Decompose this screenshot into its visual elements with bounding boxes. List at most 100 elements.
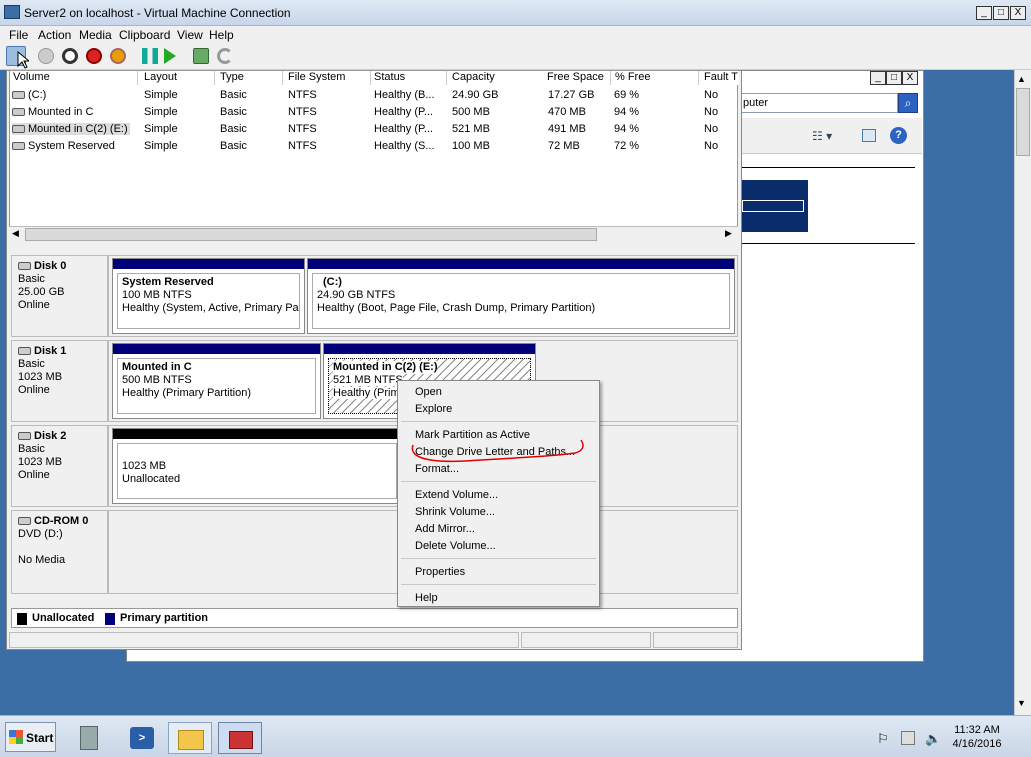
scroll-thumb[interactable] (25, 228, 597, 241)
menu-item-properties[interactable]: Properties (415, 566, 465, 578)
menu-action[interactable]: Action (38, 28, 71, 42)
disk-icon (18, 262, 31, 271)
menu-separator (401, 421, 596, 422)
close-button[interactable]: X (1010, 6, 1026, 20)
revert-icon[interactable] (217, 48, 233, 64)
start-button[interactable]: Start (5, 722, 56, 752)
menu-separator (401, 558, 596, 559)
view-options-icon[interactable]: ☷ ▾ (812, 129, 832, 143)
scroll-down-icon[interactable]: ▼ (1017, 698, 1026, 708)
disk-0-info[interactable]: Disk 0 Basic 25.00 GB Online (11, 255, 108, 337)
status-bar (9, 632, 738, 648)
context-menu: Open Explore Mark Partition as Active Ch… (397, 380, 600, 607)
status-pane (9, 632, 519, 648)
menu-item-extend[interactable]: Extend Volume... (415, 489, 498, 501)
bg-close-button[interactable]: X (902, 71, 918, 85)
menu-clipboard[interactable]: Clipboard (119, 28, 170, 42)
menu-item-open[interactable]: Open (415, 386, 442, 398)
menu-item-explore[interactable]: Explore (415, 403, 452, 415)
menu-item-delete[interactable]: Delete Volume... (415, 540, 496, 552)
horizontal-scrollbar[interactable]: ◀ ▶ (9, 226, 738, 242)
pause-icon[interactable] (142, 48, 158, 64)
menu-separator (401, 584, 596, 585)
table-row[interactable]: (C:) Simple Basic NTFS Healthy (B... 24.… (10, 87, 739, 104)
col-status[interactable]: Status (371, 71, 447, 85)
legend-primary-swatch (105, 613, 115, 625)
resume-icon[interactable] (164, 48, 176, 64)
start-vm-icon[interactable] (38, 48, 54, 64)
menu-media[interactable]: Media (79, 28, 112, 42)
search-input[interactable]: puter (740, 93, 898, 113)
scroll-left-icon[interactable]: ◀ (12, 228, 19, 239)
cdrom-icon (18, 517, 31, 526)
menu-item-help[interactable]: Help (415, 592, 438, 604)
legend: Unallocated Primary partition (11, 608, 738, 628)
menu-view[interactable]: View (177, 28, 203, 42)
red-underline-annotation (411, 439, 584, 463)
col-fault[interactable]: Fault T (701, 71, 739, 85)
bg-window-controls[interactable]: _ □ X (870, 71, 920, 85)
col-pct-free[interactable]: % Free (612, 71, 699, 85)
server-manager-icon[interactable] (68, 722, 112, 754)
explorer-icon[interactable] (168, 722, 212, 754)
drive-icon (12, 142, 25, 151)
menu-item-shrink[interactable]: Shrink Volume... (415, 506, 495, 518)
windows-logo-icon (9, 730, 23, 744)
computer-management-icon[interactable] (218, 722, 262, 754)
snapshot-icon[interactable] (193, 48, 209, 64)
flag-icon[interactable]: ⚐ (877, 731, 889, 747)
col-filesystem[interactable]: File System (285, 71, 371, 85)
network-icon[interactable] (901, 731, 915, 745)
shutdown-icon[interactable] (86, 48, 102, 64)
bg-maximize-button[interactable]: □ (886, 71, 902, 85)
status-pane (521, 632, 651, 648)
drive-icon (12, 108, 25, 117)
legend-primary: Primary partition (120, 612, 209, 624)
menu-file[interactable]: File (9, 28, 28, 42)
drive-icon (12, 91, 25, 100)
col-layout[interactable]: Layout (141, 71, 215, 85)
table-row[interactable]: System Reserved Simple Basic NTFS Health… (10, 138, 739, 155)
scroll-right-icon[interactable]: ▶ (725, 228, 732, 239)
cdrom-0-info[interactable]: CD-ROM 0 DVD (D:) No Media (11, 510, 108, 594)
powershell-icon[interactable]: > (120, 722, 164, 754)
table-row[interactable]: Mounted in C Simple Basic NTFS Healthy (… (10, 104, 739, 121)
disk-1-info[interactable]: Disk 1 Basic 1023 MB Online (11, 340, 108, 422)
turn-off-icon[interactable] (62, 48, 78, 64)
col-capacity[interactable]: Capacity (449, 71, 545, 85)
power-icon[interactable] (110, 48, 126, 64)
mouse-cursor-icon (17, 51, 29, 69)
bg-minimize-button[interactable]: _ (870, 71, 886, 85)
minimize-button[interactable]: _ (976, 6, 992, 20)
partition-c[interactable]: (C:) 24.90 GB NTFS Healthy (Boot, Page Fil… (307, 258, 735, 334)
table-row-selected[interactable]: Mounted in C(2) (E:) Simple Basic NTFS H… (10, 121, 739, 138)
partition-system-reserved[interactable]: System Reserved 100 MB NTFS Healthy (Syste… (112, 258, 305, 334)
disk-2-info[interactable]: Disk 2 Basic 1023 MB Online (11, 425, 108, 507)
desktop-scrollbar[interactable]: ▲ ▼ (1014, 70, 1031, 715)
bg-toolbar: ☷ ▾ ? (740, 118, 922, 154)
vm-menu-bar: File Action Media Clipboard View Help (0, 26, 1031, 43)
progress-box (742, 200, 804, 212)
partition-mounted-in-c[interactable]: Mounted in C 500 MB NTFS Healthy (Primary … (112, 343, 321, 419)
scroll-thumb[interactable] (1016, 88, 1030, 156)
pane-icon[interactable] (862, 129, 876, 142)
maximize-button[interactable]: □ (993, 6, 1009, 20)
disk-icon (18, 347, 31, 356)
volume-list: Volume Layout Type File System Status Ca… (9, 70, 739, 242)
search-icon[interactable]: ⌕ (898, 93, 918, 113)
menu-separator (401, 481, 596, 482)
menu-help[interactable]: Help (209, 28, 234, 42)
bg-blue-panel (740, 180, 808, 232)
speaker-icon[interactable]: 🔈 (925, 731, 941, 747)
drive-icon (12, 125, 25, 134)
col-volume[interactable]: Volume (10, 71, 138, 85)
menu-item-add-mirror[interactable]: Add Mirror... (415, 523, 475, 535)
help-icon[interactable]: ? (890, 127, 907, 144)
monitor-icon (4, 5, 20, 19)
partition-unallocated[interactable]: 1023 MB Unallocated (112, 428, 402, 504)
vm-title-bar: Server2 on localhost - Virtual Machine C… (0, 0, 1031, 26)
taskbar-clock[interactable]: 11:32 AM 4/16/2016 (947, 723, 1007, 751)
col-type[interactable]: Type (217, 71, 283, 85)
scroll-up-icon[interactable]: ▲ (1017, 74, 1026, 84)
col-free-space[interactable]: Free Space (544, 71, 611, 85)
